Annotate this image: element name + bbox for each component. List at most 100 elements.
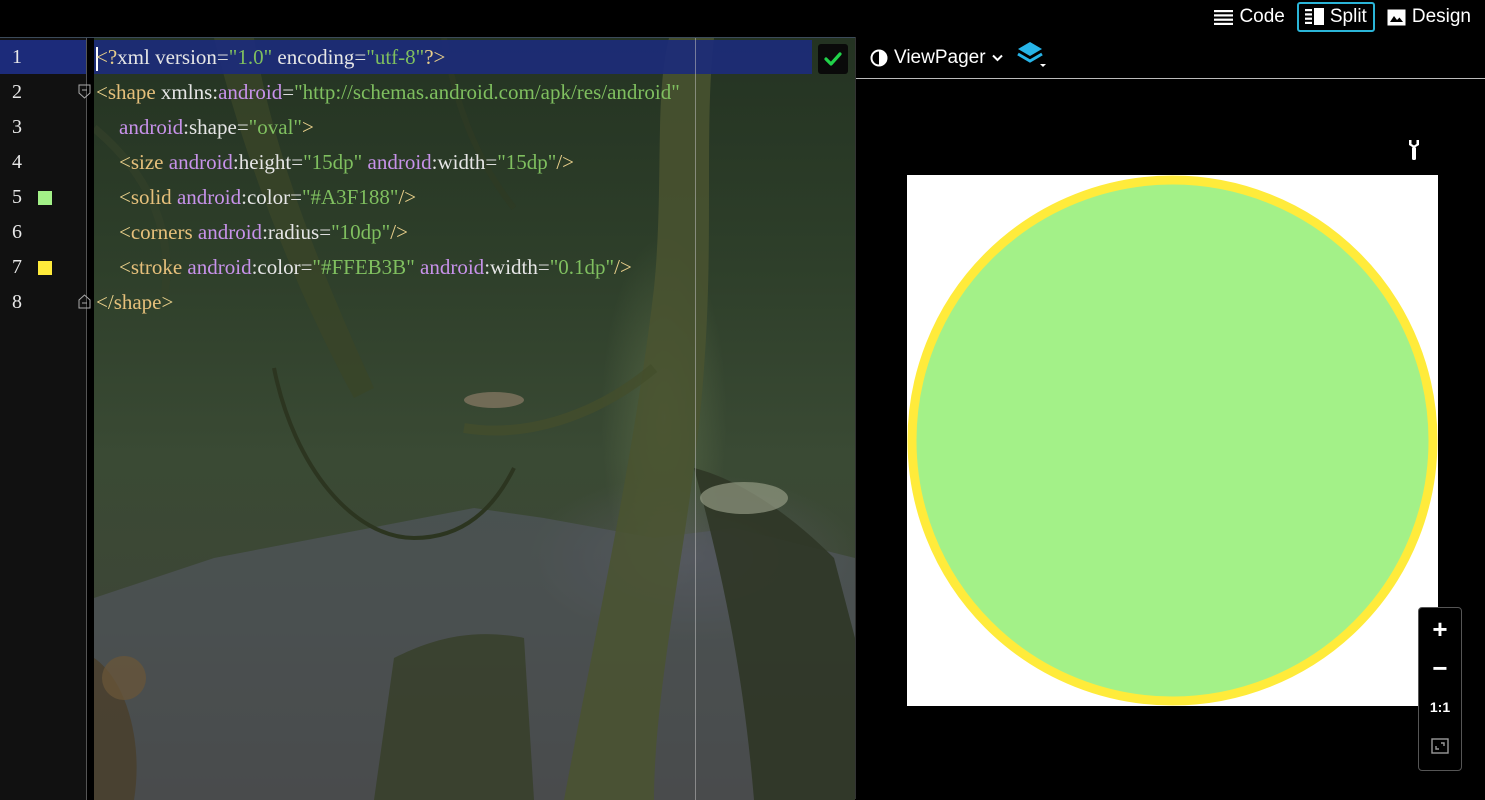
contrast-icon	[870, 49, 888, 66]
code-token: width	[437, 150, 486, 174]
design-preview-pane: ViewPager + − 1:1	[855, 37, 1485, 799]
zoom-in-button[interactable]: +	[1419, 610, 1461, 648]
code-token: <	[96, 80, 108, 104]
code-token: android	[362, 150, 432, 174]
code-token: =	[354, 45, 367, 69]
view-mode-switcher: Code Split Design	[1206, 2, 1479, 32]
code-token: />	[556, 150, 575, 174]
chevron-down-icon	[991, 54, 1003, 61]
split-icon	[1304, 8, 1324, 25]
code-line[interactable]: 8 </shape>	[0, 285, 855, 320]
code-text: <shape xmlns:android="http://schemas.and…	[96, 75, 680, 110]
code-token: =	[290, 185, 302, 209]
code-line[interactable]: 3 android:shape="oval">	[0, 110, 855, 145]
code-token: shape	[189, 115, 237, 139]
actual-size-button[interactable]: 1:1	[1419, 688, 1461, 726]
code-token: android	[192, 220, 263, 244]
code-token: solid	[130, 185, 172, 209]
code-token: "10dp"	[331, 220, 391, 244]
code-token: =	[319, 220, 332, 244]
layers-icon	[1016, 42, 1046, 67]
code-text: <size android:height="15dp" android:widt…	[119, 145, 574, 180]
code-token: color	[257, 255, 301, 279]
code-token: <	[119, 150, 131, 174]
code-token: "utf-8"	[366, 45, 425, 69]
code-token: =	[537, 255, 550, 279]
code-text: </shape>	[96, 285, 173, 320]
line-number: 1	[12, 46, 22, 68]
render-settings-button[interactable]	[1406, 139, 1422, 166]
code-token: xmlns	[155, 80, 213, 104]
code-token: android	[218, 80, 283, 104]
preview-theme-selector[interactable]: ViewPager	[870, 47, 1003, 69]
code-token: />	[390, 220, 408, 244]
code-token: =	[236, 115, 249, 139]
code-token: <	[119, 185, 131, 209]
code-line[interactable]: 1 <?xml version="1.0" encoding="utf-8"?>	[0, 40, 855, 75]
code-token: "15dp"	[303, 150, 363, 174]
zoom-out-button[interactable]: −	[1419, 649, 1461, 687]
fold-open-icon[interactable]	[78, 84, 91, 99]
color-swatch[interactable]	[38, 261, 52, 275]
code-token: android	[163, 150, 233, 174]
color-swatch[interactable]	[38, 191, 52, 205]
code-token: "0.1dp"	[549, 255, 615, 279]
preview-canvas	[907, 175, 1438, 706]
code-token: encoding	[272, 45, 355, 69]
fit-screen-button[interactable]	[1419, 727, 1461, 765]
code-token: "#FFEB3B"	[312, 255, 415, 279]
wrench-icon	[1409, 140, 1419, 160]
code-token: android	[414, 255, 485, 279]
zoom-controls: + − 1:1	[1418, 607, 1462, 771]
code-token: />	[398, 185, 417, 209]
code-token: =	[485, 150, 498, 174]
split-mode-button[interactable]: Split	[1296, 2, 1375, 32]
code-line[interactable]: 2 <shape xmlns:android="http://schemas.an…	[0, 75, 855, 110]
code-token: <	[119, 255, 131, 279]
code-token: =	[291, 150, 304, 174]
code-token: "1.0"	[228, 45, 273, 69]
code-token: radius	[267, 220, 320, 244]
code-token: >	[301, 115, 314, 139]
code-token: "15dp"	[497, 150, 557, 174]
code-token: height	[238, 150, 292, 174]
code-token: "http://schemas.android.com/apk/res/andr…	[294, 80, 680, 104]
code-line[interactable]: 6 <corners android:radius="10dp"/>	[0, 215, 855, 250]
code-line[interactable]: 7 <stroke android:color="#FFEB3B" android…	[0, 250, 855, 285]
code-token: width	[490, 255, 538, 279]
code-text: android:shape="oval">	[119, 110, 314, 145]
image-icon	[1387, 9, 1406, 25]
code-token: ?>	[424, 45, 446, 69]
code-editor[interactable]: 1 <?xml version="1.0" encoding="utf-8"?> 2…	[0, 37, 855, 800]
code-token: >	[161, 290, 174, 314]
list-icon	[1214, 10, 1234, 25]
code-text: <stroke android:color="#FFEB3B" android:…	[119, 250, 632, 285]
design-mode-button[interactable]: Design	[1379, 2, 1479, 32]
code-token: =	[282, 80, 295, 104]
code-line[interactable]: 5 <solid android:color="#A3F188"/>	[0, 180, 855, 215]
code-token: size	[130, 150, 164, 174]
line-number: 3	[12, 116, 22, 138]
line-number: 4	[12, 151, 22, 173]
code-token: color	[246, 185, 291, 209]
code-mode-button[interactable]: Code	[1206, 2, 1292, 32]
code-line[interactable]: 4 <size android:height="15dp" android:wid…	[0, 145, 855, 180]
layers-button[interactable]	[1016, 40, 1047, 75]
code-token: <	[119, 220, 131, 244]
code-token: =	[216, 45, 229, 69]
code-text: <?xml version="1.0" encoding="utf-8"?>	[96, 40, 445, 75]
split-mode-label: Split	[1329, 6, 1367, 27]
line-number: 8	[12, 291, 22, 313]
line-number: 6	[12, 221, 22, 243]
code-token: </	[96, 290, 114, 314]
code-token: "oval"	[248, 115, 302, 139]
code-mode-label: Code	[1239, 6, 1285, 27]
code-token: corners	[130, 220, 193, 244]
code-token: android	[119, 115, 184, 139]
mode-toolbar: Code Split Design	[0, 0, 1485, 37]
fold-close-icon[interactable]	[78, 294, 91, 309]
oval-shape-preview	[907, 175, 1438, 706]
code-token: stroke	[130, 255, 183, 279]
code-token: =	[300, 255, 313, 279]
code-token: shape	[113, 290, 162, 314]
